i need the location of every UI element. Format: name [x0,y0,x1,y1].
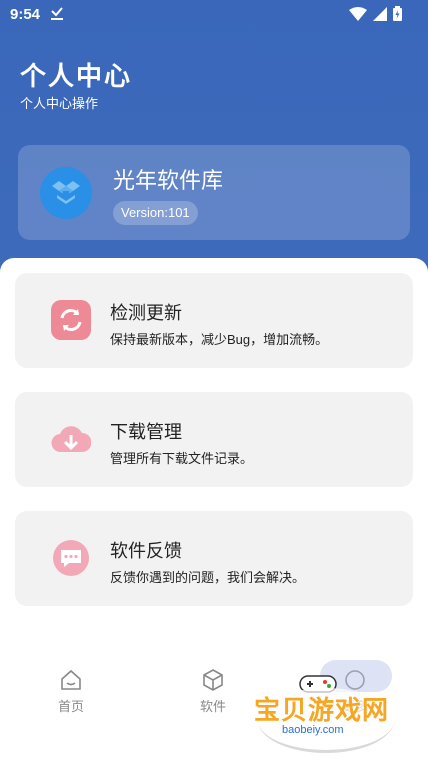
refresh-icon [51,300,91,340]
check-update-item[interactable]: 检测更新 保持最新版本，减少Bug，增加流畅。 [15,273,413,368]
page-subtitle: 个人中心操作 [20,96,99,111]
watermark-text: 宝贝游戏网 [254,695,390,725]
download-manager-item[interactable]: 下载管理 管理所有下载文件记录。 [15,392,413,487]
page-title: 个人中心 [20,61,133,91]
cube-icon [203,669,223,691]
app-logo-icon [40,167,92,219]
nav-home[interactable]: 首页 [21,668,121,715]
menu-desc: 反馈你遇到的问题，我们会解决。 [110,570,306,585]
menu-desc: 管理所有下载文件记录。 [110,451,254,466]
nav-label: 软件 [199,699,226,714]
status-icons [349,6,402,21]
status-time: 9:54 [10,6,41,23]
status-bar: 9:54 [0,0,428,30]
app-version-badge: Version:101 [113,201,198,225]
signal-icon [373,6,387,21]
feedback-item[interactable]: 软件反馈 反馈你遇到的问题，我们会解决。 [15,511,413,606]
header: 9:54 个人中心 个人中心操作 光年软件库 Version:101 [0,0,428,290]
watermark: 宝贝游戏网 baobeiy.com [250,660,400,755]
app-info-card: 光年软件库 Version:101 [18,145,410,240]
menu-title: 检测更新 [110,303,182,323]
watermark-url: baobeiy.com [278,724,348,736]
nav-software[interactable]: 软件 [163,668,263,715]
app-name: 光年软件库 [113,168,224,193]
wifi-icon [349,6,367,21]
cloud-download-icon [51,419,91,459]
download-done-icon [50,5,64,26]
message-icon [51,538,91,578]
menu-title: 软件反馈 [110,541,182,561]
nav-label: 首页 [57,699,84,714]
menu-title: 下载管理 [110,422,182,442]
home-icon [61,669,81,690]
battery-icon [393,6,402,21]
menu-desc: 保持最新版本，减少Bug，增加流畅。 [110,332,329,347]
